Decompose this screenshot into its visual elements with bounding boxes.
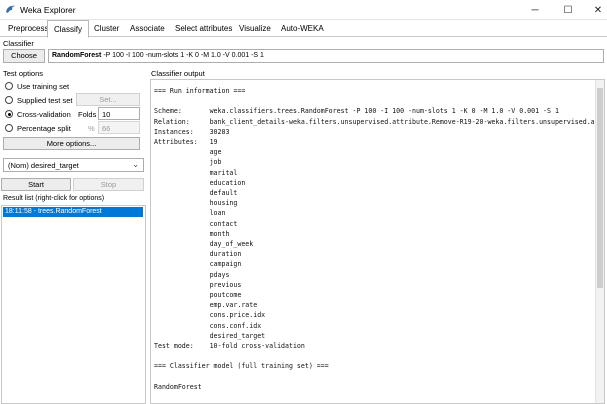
close-button[interactable]: ✕	[583, 0, 607, 20]
list-item[interactable]: 18:11:58 - trees.RandomForest	[3, 207, 143, 217]
classifier-scheme-field[interactable]: RandomForest -P 100 -I 100 -num-slots 1 …	[48, 49, 604, 63]
radio-icon[interactable]	[5, 82, 13, 90]
tab-classify[interactable]: Classify	[47, 20, 90, 38]
classifier-output-panel: Classifier output === Run information ==…	[148, 67, 607, 404]
set-test-set-button[interactable]: Set...	[76, 93, 140, 106]
tab-cluster[interactable]: Cluster	[88, 20, 125, 37]
minimize-button[interactable]: ─	[520, 0, 550, 20]
tab-bar: Preprocess Classify Cluster Associate Se…	[0, 20, 607, 38]
radio-selected-icon[interactable]	[5, 110, 13, 118]
classifier-row: Choose RandomForest -P 100 -I 100 -num-s…	[3, 49, 604, 63]
use-training-set-option[interactable]: Use training set	[5, 80, 69, 92]
vertical-scrollbar[interactable]	[595, 80, 604, 403]
classifier-output-text: === Run information === Scheme: weka.cla…	[154, 87, 605, 391]
choose-button[interactable]: Choose	[3, 49, 45, 63]
test-options-label: Test options	[3, 69, 44, 78]
window-title: Weka Explorer	[20, 5, 76, 15]
stop-button[interactable]: Stop	[73, 178, 144, 191]
percentage-input[interactable]: 66	[98, 121, 140, 134]
result-list[interactable]: 18:11:58 - trees.RandomForest	[1, 205, 146, 404]
radio-icon[interactable]	[5, 96, 13, 104]
radio-icon[interactable]	[5, 124, 13, 132]
title-bar: Weka Explorer ─ ☐ ✕	[0, 0, 607, 20]
classifier-section-label: Classifier	[3, 39, 34, 48]
percentage-split-label: Percentage split	[17, 123, 71, 133]
scrollbar-thumb[interactable]	[597, 88, 603, 288]
result-list-label: Result list (right-click for options)	[3, 195, 105, 202]
use-training-set-label: Use training set	[17, 81, 70, 91]
percent-sign: %	[88, 124, 95, 133]
folds-label: Folds	[78, 110, 97, 119]
tab-select-attributes[interactable]: Select attributes	[169, 20, 238, 37]
start-button[interactable]: Start	[1, 178, 71, 191]
weka-bird-icon	[6, 5, 15, 13]
maximize-button[interactable]: ☐	[553, 0, 583, 20]
supplied-test-set-label: Supplied test set	[17, 95, 73, 105]
classifier-options: -P 100 -I 100 -num-slots 1 -K 0 -M 1.0 -…	[101, 52, 264, 59]
tab-associate[interactable]: Associate	[124, 20, 171, 37]
cross-validation-option[interactable]: Cross-validation	[5, 108, 71, 120]
classifier-output-textarea[interactable]: === Run information === Scheme: weka.cla…	[150, 79, 605, 404]
tab-visualize[interactable]: Visualize	[233, 20, 277, 37]
chevron-down-icon: ⌄	[132, 160, 139, 169]
cross-validation-label: Cross-validation	[17, 109, 71, 119]
classifier-output-label: Classifier output	[151, 69, 205, 78]
more-options-button[interactable]: More options...	[3, 137, 140, 150]
folds-input[interactable]: 10	[98, 107, 140, 120]
test-options-panel: Test options Use training set Supplied t…	[0, 67, 147, 404]
supplied-test-set-option[interactable]: Supplied test set	[5, 94, 72, 106]
percentage-split-option[interactable]: Percentage split	[5, 122, 71, 134]
tab-auto-weka[interactable]: Auto-WEKA	[275, 20, 330, 37]
classifier-name: RandomForest	[52, 52, 102, 59]
class-attribute-select[interactable]: (Nom) desired_target ⌄	[3, 158, 144, 172]
class-attribute-value: (Nom) desired_target	[8, 161, 79, 170]
